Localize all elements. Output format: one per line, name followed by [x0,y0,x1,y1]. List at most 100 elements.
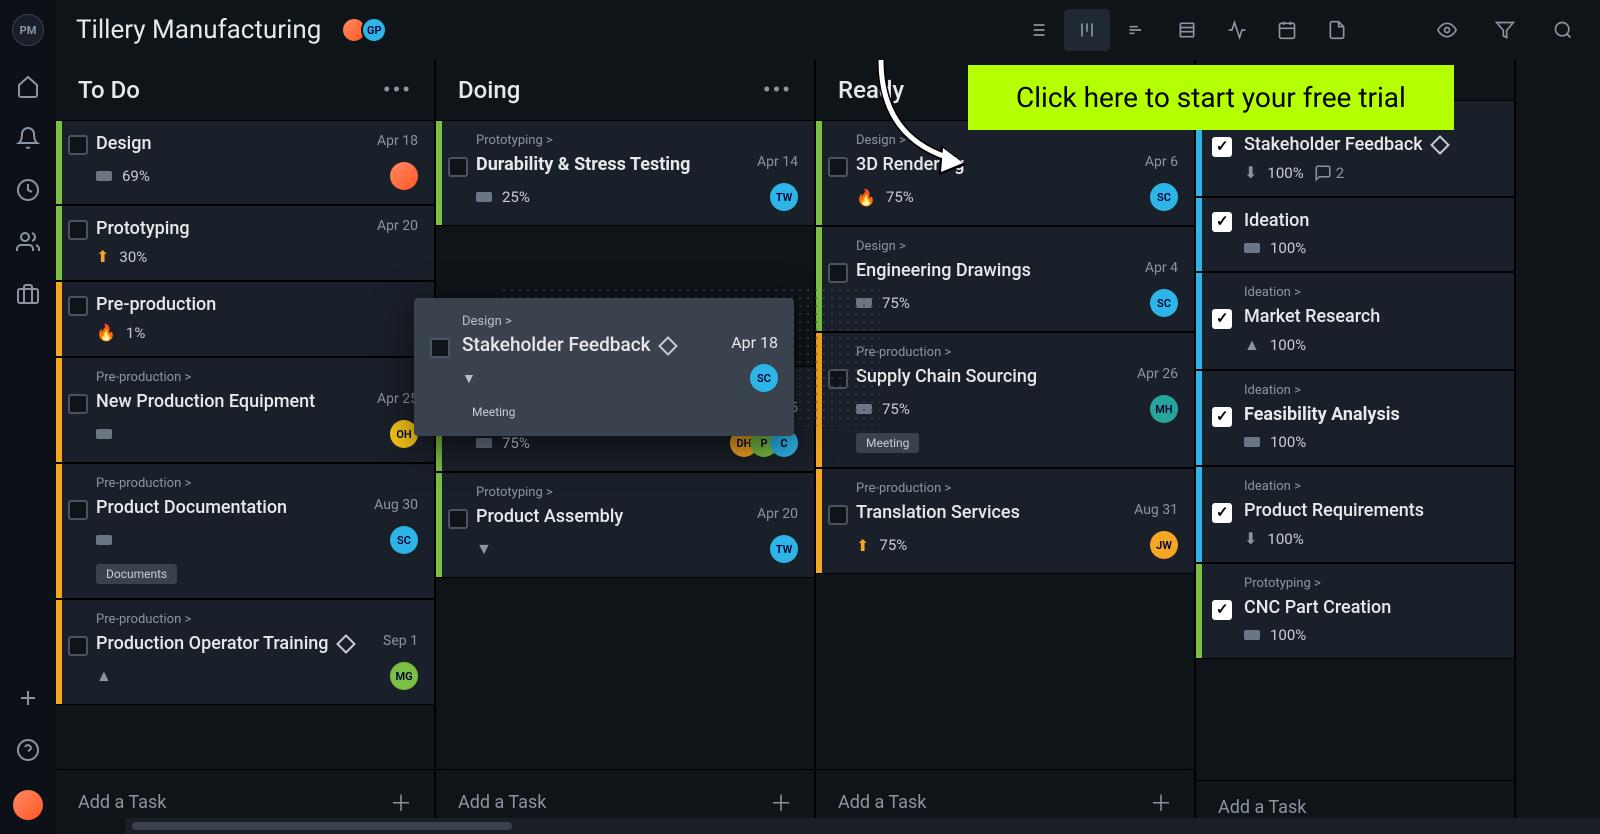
column-menu-icon[interactable]: ••• [383,78,412,103]
card-breadcrumb: Prototyping > [476,133,798,148]
task-card[interactable]: Ideation >Market Research▲100% [1196,272,1514,370]
team-icon[interactable] [16,230,40,254]
app-logo[interactable]: PM [12,14,44,46]
progress-percent: 25% [502,188,530,206]
bell-icon[interactable] [16,126,40,150]
task-checkbox[interactable] [1212,503,1232,523]
view-list-icon[interactable] [1014,9,1060,51]
task-checkbox[interactable] [68,500,88,520]
filter-icon[interactable] [1488,9,1522,51]
status-stripe [436,121,442,225]
card-title: Engineering Drawings [856,260,1135,281]
view-calendar-icon[interactable] [1264,9,1310,51]
briefcase-icon[interactable] [16,282,40,306]
task-checkbox[interactable] [68,636,88,656]
column-menu-icon[interactable]: ••• [763,78,792,103]
view-sheet-icon[interactable] [1164,9,1210,51]
view-board-icon[interactable] [1064,9,1110,51]
task-card[interactable]: Pre-production >New Production Equipment… [56,357,434,463]
card-title: Product Requirements [1244,500,1498,521]
comments-badge[interactable]: 2 [1314,164,1344,182]
task-checkbox[interactable] [1212,212,1232,232]
task-card[interactable]: Pre-production >Translation ServicesAug … [816,468,1194,574]
task-card[interactable]: Ideation 100% [1196,197,1514,272]
assignee-avatar[interactable]: SC [750,364,778,392]
task-card[interactable]: Prototyping >Product AssemblyApr 20▼TW [436,472,814,578]
task-checkbox[interactable] [828,157,848,177]
assignee-avatar[interactable]: SC [1150,183,1178,211]
progress-icon [476,192,492,202]
search-icon[interactable] [1546,9,1580,51]
task-checkbox[interactable] [448,157,468,177]
collapse-icon[interactable]: ▼ [476,539,492,559]
view-switcher [1014,9,1360,51]
task-checkbox[interactable] [68,220,88,240]
progress-icon [1244,437,1260,447]
task-card[interactable]: Ideation >Product Requirements⬇100% [1196,466,1514,563]
task-checkbox[interactable] [1212,137,1232,157]
task-checkbox[interactable] [828,263,848,283]
task-checkbox[interactable] [1212,309,1232,329]
progress-percent: 100% [1270,239,1306,257]
assignee-avatar[interactable]: SC [390,526,418,554]
assignee-avatar[interactable]: MG [390,662,418,690]
task-card[interactable]: Pre-production >Product DocumentationAug… [56,463,434,599]
task-card[interactable]: Ideation >Feasibility Analysis100% [1196,370,1514,466]
assignee-avatar[interactable]: TW [770,535,798,563]
horizontal-scrollbar[interactable] [126,818,1600,834]
topbar-actions [1430,9,1580,51]
plus-icon: ＋ [390,786,412,818]
status-stripe [56,121,62,204]
collapse-icon[interactable]: ▲ [1244,335,1260,355]
task-checkbox[interactable] [68,296,88,316]
collapse-icon[interactable]: ▲ [96,666,112,686]
task-card[interactable]: Pre-production >Production Operator Trai… [56,599,434,705]
card-title: Product Documentation [96,497,364,518]
card-date: Apr 4 [1145,260,1178,276]
help-icon[interactable] [16,738,40,762]
dragging-card[interactable]: Design > Stakeholder Feedback Apr 18 ▼ S… [414,298,794,436]
task-card[interactable]: Pre-production🔥1% [56,281,434,357]
progress-icon [96,171,112,181]
view-gantt-icon[interactable] [1114,9,1160,51]
home-icon[interactable] [16,74,40,98]
task-card[interactable]: PrototypingApr 20⬆30% [56,205,434,281]
plus-icon: ＋ [1150,786,1172,818]
card-title: Ideation [1244,210,1498,231]
card-tag: Documents [96,564,177,584]
task-checkbox[interactable] [828,505,848,525]
task-card[interactable]: Prototyping >Durability & Stress Testing… [436,120,814,226]
clock-icon[interactable] [16,178,40,202]
progress-percent: 100% [1270,336,1306,354]
user-avatar[interactable] [13,790,43,820]
card-title: Supply Chain Sourcing [856,366,1127,387]
task-checkbox[interactable] [68,135,88,155]
collapse-icon[interactable]: ▼ [462,370,476,387]
plus-icon[interactable] [16,686,40,710]
progress-percent: 100% [1267,164,1303,182]
status-stripe [1196,467,1202,562]
watch-icon[interactable] [1430,9,1464,51]
task-checkbox[interactable] [430,338,450,358]
card-date: Aug 31 [1134,502,1178,518]
card-title: Product Assembly [476,506,747,527]
column-title: To Do [78,76,140,104]
assignee-avatar[interactable]: MH [1150,395,1178,423]
free-trial-banner[interactable]: Click here to start your free trial [968,65,1454,130]
card-date: Apr 26 [1137,366,1178,382]
card-breadcrumb: Ideation > [1244,479,1498,494]
assignee-avatar[interactable] [390,162,418,190]
card-title: Market Research [1244,306,1498,327]
task-card[interactable]: Prototyping >CNC Part Creation100% [1196,563,1514,659]
task-checkbox[interactable] [68,394,88,414]
assignee-avatar[interactable]: JW [1150,531,1178,559]
assignee-avatar[interactable]: SC [1150,289,1178,317]
task-checkbox[interactable] [448,509,468,529]
task-checkbox[interactable] [1212,407,1232,427]
assignee-avatar[interactable]: TW [770,183,798,211]
task-card[interactable]: DesignApr 1869% [56,120,434,205]
view-activity-icon[interactable] [1214,9,1260,51]
task-checkbox[interactable] [1212,600,1232,620]
view-files-icon[interactable] [1314,9,1360,51]
team-avatars[interactable]: GP [341,17,387,43]
